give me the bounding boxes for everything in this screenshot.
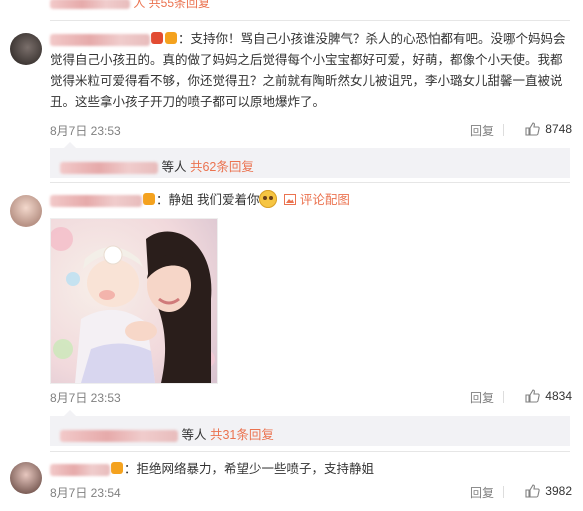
more-replies-link[interactable]: 共31条回复 [210,428,274,442]
like-button[interactable]: 8748 [525,121,572,137]
reply-button[interactable]: 回复 [470,389,494,406]
subreply-mid: 等人 [161,160,187,174]
thumbs-up-icon [525,122,540,136]
divider [50,182,570,183]
blurred-username[interactable] [50,194,142,207]
comment-time: 8月7日 23:53 [50,124,121,138]
image-icon [284,194,297,205]
user-avatar-icon[interactable] [10,195,42,227]
subreply-arrow [64,410,76,416]
subreply-line: 等人 共31条回复 [60,424,274,443]
comment-time: 8月7日 23:53 [50,391,121,405]
mother-daughter-photo [51,219,217,383]
member-badge-icon [111,462,123,474]
reply-button[interactable]: 回复 [470,122,494,139]
meta-separator [503,124,504,136]
subreply-summary: 等人 共62条回复 [50,142,570,178]
vip-badge-icon [151,32,163,44]
comment-photo[interactable] [50,218,218,384]
like-button[interactable]: 4834 [525,388,572,404]
divider [50,451,570,452]
member-badge-icon [165,32,177,44]
comment-body: ：静姐 我们爱着你 [156,193,260,207]
thumbs-up-icon [525,389,540,403]
comment-image-link[interactable]: 评论配图 [300,193,350,207]
user-avatar-icon[interactable] [10,33,42,65]
blurred-usernames[interactable] [60,161,158,174]
member-badge-icon [143,193,155,205]
comment-body: ：拒绝网络暴力，希望少一些喷子，支持静姐 [124,462,375,476]
previous-subreply-summary: 人 共55条回复 [50,0,210,10]
comment-meta: 8月7日 23:53 回复 4834 [50,389,572,405]
like-count: 3982 [545,484,572,498]
comment-text: ：拒绝网络暴力，希望少一些喷子，支持静姐 [50,459,572,480]
like-count: 8748 [545,122,572,136]
divider [50,20,570,21]
comment-text: ：支持你！骂自己小孩谁没脾气？杀人的心恐怕都有吧。没哪个妈妈会觉得自己小孩丑的。… [50,29,572,113]
blurred-usernames[interactable] [60,429,178,442]
subreply-mid: 等人 [181,428,207,442]
user-avatar-icon[interactable] [10,462,42,494]
subreply-line: 等人 共62条回复 [60,156,254,175]
comment-time: 8月7日 23:54 [50,486,121,500]
more-replies-link[interactable]: 共62条回复 [190,160,254,174]
like-button[interactable]: 3982 [525,483,572,499]
subreply-summary: 等人 共31条回复 [50,410,570,446]
previous-more-replies-link[interactable]: 人 共55条回复 [133,0,210,10]
subreply-arrow [64,142,76,148]
blurred-usernames [50,0,130,9]
comment-meta: 8月7日 23:54 回复 3982 [50,484,572,500]
blurred-username[interactable] [50,463,110,476]
like-count: 4834 [545,389,572,403]
reply-button[interactable]: 回复 [470,484,494,501]
blurred-username[interactable] [50,33,150,46]
meta-separator [503,486,504,498]
smile-emoji-icon [259,190,278,208]
comment-meta: 8月7日 23:53 回复 8748 [50,122,572,138]
meta-separator [503,391,504,403]
comment-text: ：静姐 我们爱着你 评论配图 [50,190,572,211]
thumbs-up-icon [525,484,540,498]
